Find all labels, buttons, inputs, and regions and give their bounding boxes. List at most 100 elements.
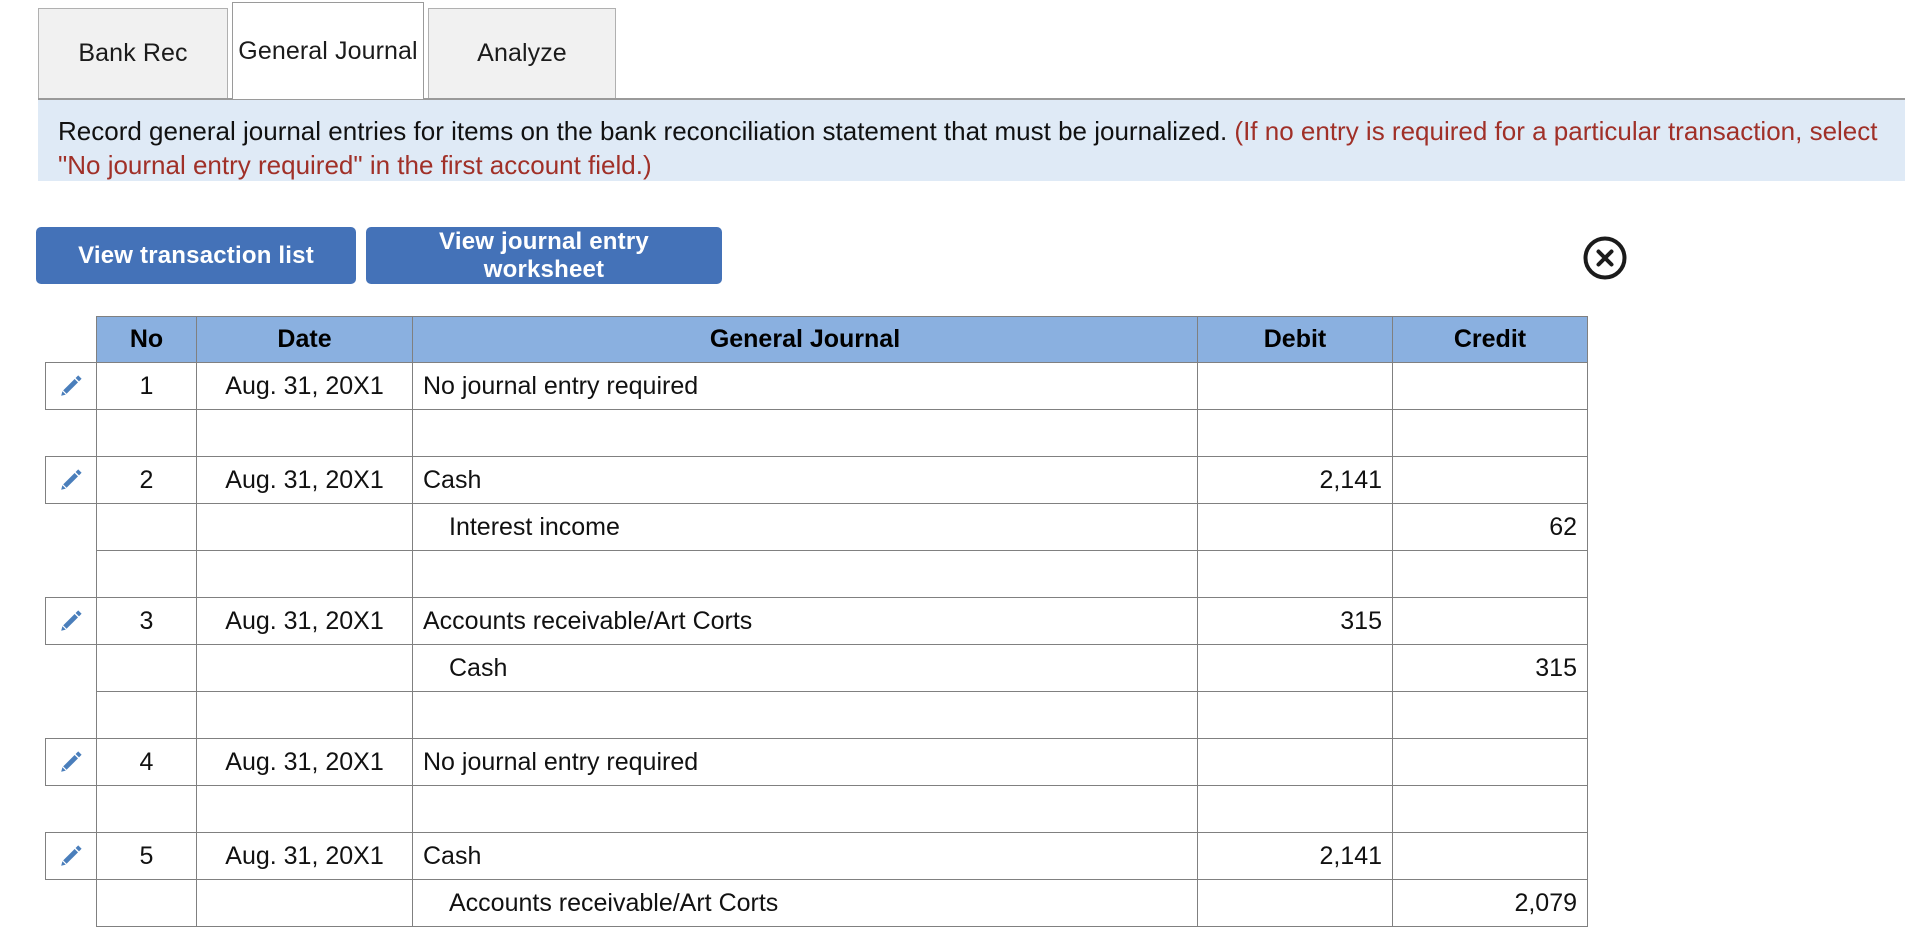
cell-debit[interactable]: 2,141 (1197, 832, 1393, 880)
cell-account[interactable]: Cash (412, 456, 1198, 504)
cell-no[interactable] (96, 691, 197, 739)
cell-account[interactable]: Interest income (412, 503, 1198, 551)
cell-no[interactable]: 2 (96, 456, 197, 504)
instruction-banner: Record general journal entries for items… (38, 100, 1905, 181)
edit-row-button[interactable] (45, 597, 97, 645)
tab-analyze[interactable]: Analyze (428, 8, 616, 98)
table-row: 4 Aug. 31, 20X1 No journal entry required (45, 738, 1588, 786)
cell-credit[interactable] (1392, 362, 1588, 410)
pencil-icon (56, 371, 86, 401)
cell-date[interactable]: Aug. 31, 20X1 (196, 597, 413, 645)
cell-credit[interactable] (1392, 597, 1588, 645)
close-circle-icon[interactable] (1582, 235, 1628, 281)
cell-credit[interactable]: 2,079 (1392, 879, 1588, 927)
cell-account[interactable]: No journal entry required (412, 362, 1198, 410)
cell-date[interactable]: Aug. 31, 20X1 (196, 738, 413, 786)
edit-cell-empty (45, 785, 97, 833)
pencil-icon (56, 465, 86, 495)
tab-general-journal[interactable]: General Journal (232, 2, 424, 99)
cell-no[interactable]: 1 (96, 362, 197, 410)
cell-credit[interactable]: 62 (1392, 503, 1588, 551)
general-journal-table-wrapper: No Date General Journal Debit Credit 1 Au… (45, 316, 1588, 927)
cell-no[interactable]: 4 (96, 738, 197, 786)
edit-cell-empty (45, 503, 97, 551)
edit-cell-empty (45, 550, 97, 598)
table-row: 5 Aug. 31, 20X1 Cash 2,141 (45, 832, 1588, 880)
cell-no[interactable] (96, 879, 197, 927)
cell-account[interactable]: No journal entry required (412, 738, 1198, 786)
cell-no[interactable]: 3 (96, 597, 197, 645)
column-header-date: Date (196, 316, 413, 363)
cell-no[interactable] (96, 785, 197, 833)
table-row (45, 550, 1588, 598)
cell-date[interactable]: Aug. 31, 20X1 (196, 832, 413, 880)
cell-debit[interactable] (1197, 503, 1393, 551)
table-row (45, 691, 1588, 739)
cell-account[interactable]: Cash (412, 644, 1198, 692)
cell-debit[interactable] (1197, 785, 1393, 833)
cell-date[interactable] (196, 409, 413, 457)
cell-date[interactable]: Aug. 31, 20X1 (196, 362, 413, 410)
edit-row-button[interactable] (45, 362, 97, 410)
header-edit-spacer (45, 316, 97, 363)
cell-date[interactable] (196, 785, 413, 833)
cell-no[interactable] (96, 503, 197, 551)
cell-date[interactable] (196, 644, 413, 692)
view-journal-entry-worksheet-button[interactable]: View journal entry worksheet (366, 227, 722, 284)
cell-debit[interactable] (1197, 691, 1393, 739)
cell-no[interactable]: 5 (96, 832, 197, 880)
cell-date[interactable] (196, 550, 413, 598)
cell-account[interactable] (412, 409, 1198, 457)
cell-credit[interactable] (1392, 832, 1588, 880)
cell-date[interactable] (196, 879, 413, 927)
cell-debit[interactable] (1197, 409, 1393, 457)
view-transaction-list-button[interactable]: View transaction list (36, 227, 356, 284)
edit-row-button[interactable] (45, 456, 97, 504)
edit-cell-empty (45, 691, 97, 739)
instruction-main-text: Record general journal entries for items… (58, 116, 1228, 146)
cell-credit[interactable] (1392, 738, 1588, 786)
cell-debit[interactable] (1197, 550, 1393, 598)
table-row: Interest income 62 (45, 503, 1588, 551)
cell-account[interactable] (412, 691, 1198, 739)
cell-credit[interactable] (1392, 550, 1588, 598)
journal-entry-page: Bank Rec General Journal Analyze Record … (0, 0, 1905, 929)
cell-account[interactable]: Accounts receivable/Art Corts (412, 597, 1198, 645)
cell-account[interactable]: Cash (412, 832, 1198, 880)
table-row: Accounts receivable/Art Corts 2,079 (45, 879, 1588, 927)
cell-credit[interactable] (1392, 785, 1588, 833)
tab-analyze-label: Analyze (477, 39, 567, 68)
edit-row-button[interactable] (45, 738, 97, 786)
cell-debit[interactable] (1197, 879, 1393, 927)
cell-credit[interactable] (1392, 409, 1588, 457)
edit-cell-empty (45, 409, 97, 457)
cell-credit[interactable]: 315 (1392, 644, 1588, 692)
column-header-debit: Debit (1197, 316, 1393, 363)
cell-debit[interactable] (1197, 738, 1393, 786)
cell-credit[interactable] (1392, 691, 1588, 739)
cell-date[interactable]: Aug. 31, 20X1 (196, 456, 413, 504)
cell-credit[interactable] (1392, 456, 1588, 504)
cell-debit[interactable]: 315 (1197, 597, 1393, 645)
table-row: 1 Aug. 31, 20X1 No journal entry required (45, 362, 1588, 410)
tab-strip: Bank Rec General Journal Analyze (0, 0, 1905, 100)
cell-no[interactable] (96, 550, 197, 598)
cell-no[interactable] (96, 409, 197, 457)
tab-general-journal-label: General Journal (238, 36, 418, 65)
cell-debit[interactable] (1197, 362, 1393, 410)
cell-account[interactable]: Accounts receivable/Art Corts (412, 879, 1198, 927)
edit-row-button[interactable] (45, 832, 97, 880)
cell-debit[interactable] (1197, 644, 1393, 692)
cell-date[interactable] (196, 691, 413, 739)
edit-cell-empty (45, 644, 97, 692)
cell-no[interactable] (96, 644, 197, 692)
table-row: 3 Aug. 31, 20X1 Accounts receivable/Art Co… (45, 597, 1588, 645)
table-row: Cash 315 (45, 644, 1588, 692)
cell-account[interactable] (412, 785, 1198, 833)
cell-date[interactable] (196, 503, 413, 551)
cell-debit[interactable]: 2,141 (1197, 456, 1393, 504)
tab-bank-rec[interactable]: Bank Rec (38, 8, 228, 98)
table-header-row: No Date General Journal Debit Credit (45, 316, 1588, 363)
cell-account[interactable] (412, 550, 1198, 598)
edit-cell-empty (45, 879, 97, 927)
